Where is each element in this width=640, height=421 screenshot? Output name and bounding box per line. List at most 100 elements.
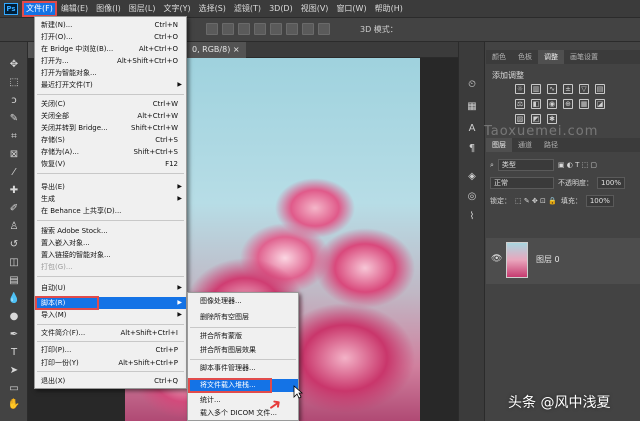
shape-tool-icon[interactable]: ▭ <box>7 382 21 395</box>
menu-item-export[interactable]: 导出(E) ▶ <box>35 181 186 193</box>
submenu-item-flatten-effects[interactable]: 拼合所有图层效果 <box>188 344 298 357</box>
menu-item-browse-bridge[interactable]: 在 Bridge 中浏览(B)... Alt+Ctrl+O <box>35 43 186 55</box>
layer-row[interactable]: 👁 图层 0 <box>486 238 640 284</box>
align-right-icon[interactable] <box>238 23 250 35</box>
tab-paths[interactable]: 路径 <box>538 138 564 152</box>
threshold-icon[interactable]: ◩ <box>531 114 541 124</box>
submenu-item-delete-empty-layers[interactable]: 删除所有空图层 <box>188 311 298 324</box>
character-panel-icon[interactable]: A <box>465 122 479 135</box>
align-middle-icon[interactable] <box>270 23 282 35</box>
menu-file[interactable]: 文件(F) <box>22 0 57 17</box>
dodge-tool-icon[interactable]: ● <box>7 310 21 323</box>
blur-tool-icon[interactable]: 💧 <box>7 292 21 305</box>
color-lookup-icon[interactable]: ▦ <box>579 99 589 109</box>
marquee-tool-icon[interactable]: ⬚ <box>7 76 21 89</box>
tab-adjustments[interactable]: 调整 <box>538 50 564 64</box>
align-top-icon[interactable] <box>254 23 266 35</box>
fill-input[interactable]: 100% <box>585 195 614 207</box>
menu-view[interactable]: 视图(V) <box>297 1 333 17</box>
align-left-icon[interactable] <box>206 23 218 35</box>
menu-item-automate[interactable]: 自动(U) ▶ <box>35 282 186 294</box>
menu-item-open-as[interactable]: 打开为... Alt+Shift+Ctrl+O <box>35 55 186 67</box>
frame-tool-icon[interactable]: ⊠ <box>7 148 21 161</box>
menu-item-import[interactable]: 导入(M) ▶ <box>35 309 186 321</box>
menu-window[interactable]: 窗口(W) <box>332 1 370 17</box>
channel-mixer-icon[interactable]: ⊕ <box>563 99 573 109</box>
distribute-icon[interactable] <box>302 23 314 35</box>
color-balance-icon[interactable]: ⚖ <box>515 99 525 109</box>
menu-item-close[interactable]: 关闭(C) Ctrl+W <box>35 98 186 110</box>
menu-item-exit[interactable]: 退出(X) Ctrl+Q <box>35 375 186 387</box>
menu-item-save-as[interactable]: 存储为(A)... Shift+Ctrl+S <box>35 146 186 158</box>
pen-tool-icon[interactable]: ✒ <box>7 328 21 341</box>
lock-icons[interactable]: ⬚ ✎ ✥ ⊡ 🔒 <box>515 197 557 205</box>
tab-layers[interactable]: 图层 <box>486 138 512 152</box>
clone-stamp-tool-icon[interactable]: ♙ <box>7 220 21 233</box>
menu-item-place-linked[interactable]: 置入链接的智能对象... <box>35 249 186 261</box>
menu-3d[interactable]: 3D(D) <box>265 1 297 17</box>
quick-select-tool-icon[interactable]: ✎ <box>7 112 21 125</box>
menu-image[interactable]: 图像(I) <box>92 1 125 17</box>
menu-item-print[interactable]: 打印(P)... Ctrl+P <box>35 344 186 356</box>
menu-help[interactable]: 帮助(H) <box>371 1 407 17</box>
eraser-tool-icon[interactable]: ◫ <box>7 256 21 269</box>
crop-tool-icon[interactable]: ⌗ <box>7 130 21 143</box>
menu-layer[interactable]: 图层(L) <box>125 1 160 17</box>
menu-item-open-smart-object[interactable]: 打开为智能对象... <box>35 67 186 79</box>
brightness-icon[interactable]: ☼ <box>515 84 525 94</box>
align-bottom-icon[interactable] <box>286 23 298 35</box>
gradient-tool-icon[interactable]: ▤ <box>7 274 21 287</box>
healing-brush-tool-icon[interactable]: ✚ <box>7 184 21 197</box>
menu-item-generate[interactable]: 生成 ▶ <box>35 193 186 205</box>
layers-panel-icon[interactable]: ◈ <box>465 170 479 183</box>
menu-item-open[interactable]: 打开(O)... Ctrl+O <box>35 31 186 43</box>
history-panel-icon[interactable]: ⏲ <box>465 78 479 91</box>
history-brush-tool-icon[interactable]: ↺ <box>7 238 21 251</box>
menu-filter[interactable]: 滤镜(T) <box>230 1 265 17</box>
blend-mode-select[interactable]: 正常 <box>490 177 554 189</box>
vibrance-icon[interactable]: ▽ <box>579 84 589 94</box>
hue-saturation-icon[interactable]: ▤ <box>595 84 605 94</box>
align-center-icon[interactable] <box>222 23 234 35</box>
tab-brush-settings[interactable]: 画笔设置 <box>564 50 604 64</box>
channels-panel-icon[interactable]: ◎ <box>465 190 479 203</box>
menu-item-file-info[interactable]: 文件简介(F)... Alt+Shift+Ctrl+I <box>35 327 186 339</box>
filter-icons[interactable]: ▣ ◐ T ⬚ ▢ <box>558 161 597 169</box>
menu-item-place-embedded[interactable]: 置入嵌入对象... <box>35 237 186 249</box>
photo-filter-icon[interactable]: ◉ <box>547 99 557 109</box>
selective-color-icon[interactable]: ✱ <box>547 114 557 124</box>
menu-select[interactable]: 选择(S) <box>195 1 230 17</box>
opacity-input[interactable]: 100% <box>597 177 626 189</box>
menu-item-new[interactable]: 新建(N)... Ctrl+N <box>35 19 186 31</box>
properties-panel-icon[interactable]: ▦ <box>465 100 479 113</box>
menu-item-recent[interactable]: 最近打开文件(T) ▶ <box>35 79 186 91</box>
menu-item-close-all[interactable]: 关闭全部 Alt+Ctrl+W <box>35 110 186 122</box>
paragraph-panel-icon[interactable]: ¶ <box>465 142 479 155</box>
menu-item-revert[interactable]: 恢复(V) F12 <box>35 158 186 170</box>
lasso-tool-icon[interactable]: ↄ <box>7 94 21 107</box>
layer-kind-select[interactable]: 类型 <box>497 159 554 171</box>
visibility-eye-icon[interactable]: 👁 <box>491 254 502 264</box>
brush-tool-icon[interactable]: ✐ <box>7 202 21 215</box>
type-tool-icon[interactable]: T <box>7 346 21 359</box>
document-tab[interactable]: 0, RGB/8) × <box>186 42 246 58</box>
submenu-item-script-events-manager[interactable]: 脚本事件管理器... <box>188 362 298 375</box>
menu-item-save[interactable]: 存储(S) Ctrl+S <box>35 134 186 146</box>
menu-item-scripts[interactable]: 脚本(R) ▶ <box>35 297 186 309</box>
submenu-item-image-processor[interactable]: 图像处理器... <box>188 295 298 308</box>
levels-icon[interactable]: ▥ <box>531 84 541 94</box>
eyedropper-tool-icon[interactable]: ⁄ <box>7 166 21 179</box>
paths-panel-icon[interactable]: ⌇ <box>465 210 479 223</box>
tab-color[interactable]: 颜色 <box>486 50 512 64</box>
menu-item-package[interactable]: 打包(G)... <box>35 261 186 273</box>
black-white-icon[interactable]: ◧ <box>531 99 541 109</box>
tab-channels[interactable]: 通道 <box>512 138 538 152</box>
submenu-item-flatten-masks[interactable]: 拼合所有蒙版 <box>188 330 298 343</box>
menu-item-search-stock[interactable]: 搜索 Adobe Stock... <box>35 225 186 237</box>
tab-swatches[interactable]: 色板 <box>512 50 538 64</box>
layer-name[interactable]: 图层 0 <box>536 254 560 265</box>
exposure-icon[interactable]: ± <box>563 84 573 94</box>
menu-item-share-behance[interactable]: 在 Behance 上共享(D)... <box>35 205 186 217</box>
hand-tool-icon[interactable]: ✋ <box>7 398 21 411</box>
path-select-tool-icon[interactable]: ➤ <box>7 364 21 377</box>
